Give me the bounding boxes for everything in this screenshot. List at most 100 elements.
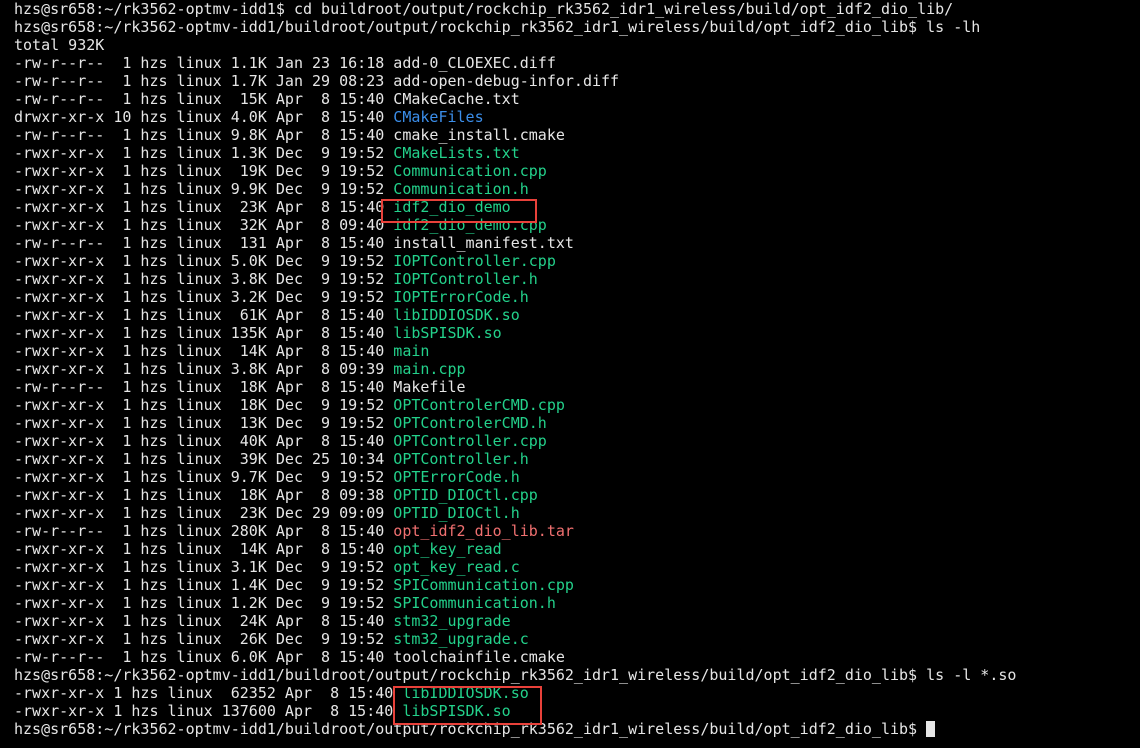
file-meta: -rwxr-xr-x 1 hzs linux 14K Apr 8 15:40	[14, 540, 394, 558]
command-text: hzs@sr658:~/rk3562-optmv-idd1$ cd buildr…	[14, 0, 954, 18]
file-row: -rwxr-xr-x 1 hzs linux 14K Apr 8 15:40 m…	[0, 342, 1140, 360]
file-row: -rwxr-xr-x 1 hzs linux 19K Dec 9 19:52 C…	[0, 162, 1140, 180]
file-name: Communication.h	[393, 180, 529, 198]
file-meta: -rw-r--r-- 1 hzs linux 131 Apr 8 15:40	[14, 234, 394, 252]
prompt-text: hzs@sr658:~/rk3562-optmv-idd1/buildroot/…	[14, 720, 927, 738]
prompt-text: hzs@sr658:~/rk3562-optmv-idd1/buildroot/…	[14, 18, 981, 36]
file-meta: -rwxr-xr-x 1 hzs linux 135K Apr 8 15:40	[14, 324, 394, 342]
file-row: -rw-r--r-- 1 hzs linux 1.1K Jan 23 16:18…	[0, 54, 1140, 72]
file-meta: -rwxr-xr-x 1 hzs linux 32K Apr 8 09:40	[14, 216, 394, 234]
file-row: -rwxr-xr-x 1 hzs linux 61K Apr 8 15:40 l…	[0, 306, 1140, 324]
file-name: main	[393, 342, 430, 360]
file-row: -rw-r--r-- 1 hzs linux 18K Apr 8 15:40 M…	[0, 378, 1140, 396]
file-name: Communication.cpp	[393, 162, 547, 180]
terminal-output: hzs@sr658:~/rk3562-optmv-idd1$ cd buildr…	[0, 0, 1140, 738]
file-row: -rwxr-xr-x 1 hzs linux 13K Dec 9 19:52 O…	[0, 414, 1140, 432]
file-meta: -rwxr-xr-x 1 hzs linux 3.1K Dec 9 19:52	[14, 558, 394, 576]
file-name: idf2_dio_demo	[393, 198, 511, 216]
file-row: -rw-r--r-- 1 hzs linux 131 Apr 8 15:40 i…	[0, 234, 1140, 252]
file-meta: -rwxr-xr-x 1 hzs linux 14K Apr 8 15:40	[14, 342, 394, 360]
so-file-row: -rwxr-xr-x 1 hzs linux 62352 Apr 8 15:40…	[0, 684, 1140, 702]
file-name: SPICommunication.h	[393, 594, 556, 612]
file-meta: -rwxr-xr-x 1 hzs linux 3.8K Dec 9 19:52	[14, 270, 394, 288]
prompt-line-current[interactable]: hzs@sr658:~/rk3562-optmv-idd1/buildroot/…	[0, 720, 1140, 738]
prompt-line: hzs@sr658:~/rk3562-optmv-idd1/buildroot/…	[0, 18, 1140, 36]
total-text: total 932K	[14, 36, 105, 54]
file-row: -rw-r--r-- 1 hzs linux 6.0K Apr 8 15:40 …	[0, 648, 1140, 666]
file-name: IOPTErrorCode.h	[393, 288, 529, 306]
file-name: CMakeCache.txt	[393, 90, 520, 108]
file-row: -rwxr-xr-x 1 hzs linux 3.8K Dec 9 19:52 …	[0, 270, 1140, 288]
file-meta: -rwxr-xr-x 1 hzs linux 3.2K Dec 9 19:52	[14, 288, 394, 306]
file-name: libSPISDK.so	[402, 702, 511, 720]
total-line: total 932K	[0, 36, 1140, 54]
file-name: SPICommunication.cpp	[393, 576, 574, 594]
file-meta: -rwxr-xr-x 1 hzs linux 61K Apr 8 15:40	[14, 306, 394, 324]
file-row: -rwxr-xr-x 1 hzs linux 14K Apr 8 15:40 o…	[0, 540, 1140, 558]
file-name: stm32_upgrade	[393, 612, 511, 630]
file-row: drwxr-xr-x 10 hzs linux 4.0K Apr 8 15:40…	[0, 108, 1140, 126]
file-name: main.cpp	[393, 360, 466, 378]
terminal-line-cd-command: hzs@sr658:~/rk3562-optmv-idd1$ cd buildr…	[0, 0, 1140, 18]
file-row: -rwxr-xr-x 1 hzs linux 1.2K Dec 9 19:52 …	[0, 594, 1140, 612]
file-meta: -rwxr-xr-x 1 hzs linux 1.3K Dec 9 19:52	[14, 144, 394, 162]
file-row: -rw-r--r-- 1 hzs linux 9.8K Apr 8 15:40 …	[0, 126, 1140, 144]
file-meta: -rw-r--r-- 1 hzs linux 18K Apr 8 15:40	[14, 378, 394, 396]
file-name: add-open-debug-infor.diff	[393, 72, 620, 90]
file-row: -rwxr-xr-x 1 hzs linux 3.2K Dec 9 19:52 …	[0, 288, 1140, 306]
file-meta: -rwxr-xr-x 1 hzs linux 23K Dec 29 09:09	[14, 504, 394, 522]
file-meta: -rwxr-xr-x 1 hzs linux 39K Dec 25 10:34	[14, 450, 394, 468]
file-meta: -rwxr-xr-x 1 hzs linux 1.4K Dec 9 19:52	[14, 576, 394, 594]
file-name: OPTController.h	[393, 450, 529, 468]
file-meta: -rwxr-xr-x 1 hzs linux 18K Dec 9 19:52	[14, 396, 394, 414]
text-cursor	[926, 721, 936, 737]
file-name: OPTController.cpp	[393, 432, 547, 450]
file-name: opt_key_read.c	[393, 558, 520, 576]
file-meta: -rwxr-xr-x 1 hzs linux 18K Apr 8 09:38	[14, 486, 394, 504]
file-name: install_manifest.txt	[393, 234, 574, 252]
file-row: -rwxr-xr-x 1 hzs linux 3.8K Apr 8 09:39 …	[0, 360, 1140, 378]
file-meta: -rw-r--r-- 1 hzs linux 1.7K Jan 29 08:23	[14, 72, 394, 90]
file-row: -rwxr-xr-x 1 hzs linux 23K Dec 29 09:09 …	[0, 504, 1140, 522]
file-meta: -rwxr-xr-x 1 hzs linux 24K Apr 8 15:40	[14, 612, 394, 630]
prompt-line: hzs@sr658:~/rk3562-optmv-idd1/buildroot/…	[0, 666, 1140, 684]
file-row: -rwxr-xr-x 1 hzs linux 23K Apr 8 15:40 i…	[0, 198, 1140, 216]
file-meta: -rwxr-xr-x 1 hzs linux 5.0K Dec 9 19:52	[14, 252, 394, 270]
file-row: -rwxr-xr-x 1 hzs linux 40K Apr 8 15:40 O…	[0, 432, 1140, 450]
file-meta: -rwxr-xr-x 1 hzs linux 26K Dec 9 19:52	[14, 630, 394, 648]
file-name: cmake_install.cmake	[393, 126, 565, 144]
file-name: libIDDIOSDK.so	[402, 684, 529, 702]
file-meta: drwxr-xr-x 10 hzs linux 4.0K Apr 8 15:40	[14, 108, 394, 126]
file-row: -rwxr-xr-x 1 hzs linux 5.0K Dec 9 19:52 …	[0, 252, 1140, 270]
file-meta: -rwxr-xr-x 1 hzs linux 19K Dec 9 19:52	[14, 162, 394, 180]
file-meta: -rwxr-xr-x 1 hzs linux 1.2K Dec 9 19:52	[14, 594, 394, 612]
file-meta: -rwxr-xr-x 1 hzs linux 23K Apr 8 15:40	[14, 198, 394, 216]
file-row: -rwxr-xr-x 1 hzs linux 18K Apr 8 09:38 O…	[0, 486, 1140, 504]
file-name: add-0_CLOEXEC.diff	[393, 54, 556, 72]
file-name: libIDDIOSDK.so	[393, 306, 520, 324]
file-row: -rwxr-xr-x 1 hzs linux 9.9K Dec 9 19:52 …	[0, 180, 1140, 198]
so-file-row: -rwxr-xr-x 1 hzs linux 137600 Apr 8 15:4…	[0, 702, 1140, 720]
file-meta: -rwxr-xr-x 1 hzs linux 3.8K Apr 8 09:39	[14, 360, 394, 378]
file-meta: -rwxr-xr-x 1 hzs linux 40K Apr 8 15:40	[14, 432, 394, 450]
file-row: -rwxr-xr-x 1 hzs linux 3.1K Dec 9 19:52 …	[0, 558, 1140, 576]
file-row: -rwxr-xr-x 1 hzs linux 9.7K Dec 9 19:52 …	[0, 468, 1140, 486]
file-name: OPTID_DIOCtl.cpp	[393, 486, 538, 504]
file-name: opt_idf2_dio_lib.tar	[393, 522, 574, 540]
file-meta: -rwxr-xr-x 1 hzs linux 62352 Apr 8 15:40	[14, 684, 403, 702]
file-row: -rwxr-xr-x 1 hzs linux 1.3K Dec 9 19:52 …	[0, 144, 1140, 162]
file-name: IOPTController.cpp	[393, 252, 556, 270]
file-row: -rw-r--r-- 1 hzs linux 280K Apr 8 15:40 …	[0, 522, 1140, 540]
file-row: -rwxr-xr-x 1 hzs linux 39K Dec 25 10:34 …	[0, 450, 1140, 468]
file-name: OPTControlerCMD.h	[393, 414, 547, 432]
file-meta: -rw-r--r-- 1 hzs linux 15K Apr 8 15:40	[14, 90, 394, 108]
file-name: OPTControlerCMD.cpp	[393, 396, 565, 414]
file-name: CMakeLists.txt	[393, 144, 520, 162]
file-name: OPTErrorCode.h	[393, 468, 520, 486]
terminal-window[interactable]: hzs@sr658:~/rk3562-optmv-idd1$ cd buildr…	[0, 0, 1140, 748]
file-row: -rwxr-xr-x 1 hzs linux 1.4K Dec 9 19:52 …	[0, 576, 1140, 594]
file-meta: -rwxr-xr-x 1 hzs linux 13K Dec 9 19:52	[14, 414, 394, 432]
file-meta: -rwxr-xr-x 1 hzs linux 9.9K Dec 9 19:52	[14, 180, 394, 198]
file-row: -rwxr-xr-x 1 hzs linux 24K Apr 8 15:40 s…	[0, 612, 1140, 630]
file-meta: -rw-r--r-- 1 hzs linux 1.1K Jan 23 16:18	[14, 54, 394, 72]
